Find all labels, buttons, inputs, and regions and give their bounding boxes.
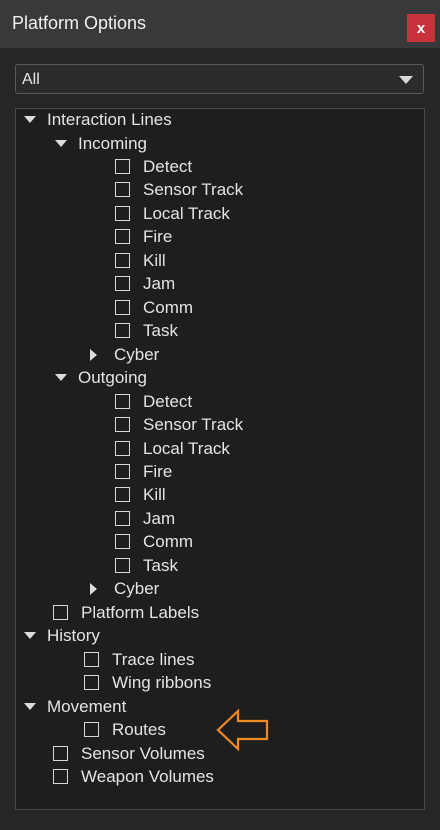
tree-checkbox-wing-ribbons[interactable]: Wing ribbons xyxy=(84,671,211,694)
checkbox-label: Fire xyxy=(143,461,173,481)
checkbox-label: Task xyxy=(143,555,178,575)
filter-dropdown[interactable]: All xyxy=(15,64,424,94)
checkbox-label: Kill xyxy=(143,250,166,270)
annotation-arrow-icon xyxy=(216,708,269,752)
tree-node-label: Cyber xyxy=(114,344,160,364)
checkbox[interactable] xyxy=(53,746,68,761)
tree-node-history[interactable]: History xyxy=(24,624,100,647)
close-button[interactable]: x xyxy=(407,14,435,42)
tree-checkbox-incoming-sensor-track[interactable]: Sensor Track xyxy=(115,178,243,201)
checkbox[interactable] xyxy=(53,769,68,784)
checkbox-label: Platform Labels xyxy=(81,602,200,622)
tree-checkbox-outgoing-jam[interactable]: Jam xyxy=(115,507,175,530)
checkbox[interactable] xyxy=(115,534,130,549)
filter-selected-value: All xyxy=(22,71,40,88)
checkbox[interactable] xyxy=(115,323,130,338)
tree-node-movement[interactable]: Movement xyxy=(24,695,126,718)
expand-triangle-icon[interactable] xyxy=(55,374,67,381)
tree-checkbox-routes[interactable]: Routes xyxy=(84,718,166,741)
checkbox[interactable] xyxy=(115,511,130,526)
checkbox[interactable] xyxy=(115,300,130,315)
tree-checkbox-incoming-kill[interactable]: Kill xyxy=(115,249,166,272)
checkbox-label: Task xyxy=(143,320,178,340)
checkbox-label: Trace lines xyxy=(112,649,195,669)
checkbox[interactable] xyxy=(115,417,130,432)
expand-triangle-icon[interactable] xyxy=(24,632,36,639)
checkbox[interactable] xyxy=(115,558,130,573)
tree-checkbox-outgoing-kill[interactable]: Kill xyxy=(115,483,166,506)
tree-node-outgoing-cyber[interactable]: Cyber xyxy=(86,577,159,600)
tree-checkbox-incoming-task[interactable]: Task xyxy=(115,319,178,342)
tree-checkbox-outgoing-comm[interactable]: Comm xyxy=(115,530,193,553)
window-title: Platform Options xyxy=(12,13,147,33)
tree-checkbox-incoming-detect[interactable]: Detect xyxy=(115,155,192,178)
checkbox-label: Kill xyxy=(143,484,166,504)
checkbox-label: Fire xyxy=(143,226,173,246)
tree-checkbox-trace-lines[interactable]: Trace lines xyxy=(84,648,195,671)
checkbox-label: Jam xyxy=(143,508,176,528)
chevron-down-icon xyxy=(399,76,413,84)
checkbox[interactable] xyxy=(115,441,130,456)
collapse-triangle-icon[interactable] xyxy=(90,582,97,595)
tree-checkbox-outgoing-detect[interactable]: Detect xyxy=(115,390,192,413)
expand-triangle-icon[interactable] xyxy=(55,140,67,147)
checkbox[interactable] xyxy=(84,722,99,737)
checkbox-label: Sensor Track xyxy=(143,414,244,434)
title-bar: Platform Options x xyxy=(0,0,440,48)
checkbox[interactable] xyxy=(84,675,99,690)
tree-node-label: Incoming xyxy=(78,133,147,153)
checkbox-label: Sensor Track xyxy=(143,179,244,199)
platform-options-window: Platform Options x All Interaction Lines… xyxy=(0,0,440,830)
checkbox[interactable] xyxy=(84,652,99,667)
tree-checkbox-incoming-fire[interactable]: Fire xyxy=(115,225,172,248)
tree-checkbox-outgoing-task[interactable]: Task xyxy=(115,554,178,577)
checkbox[interactable] xyxy=(115,276,130,291)
checkbox-label: Routes xyxy=(112,719,166,739)
tree-node-incoming-cyber[interactable]: Cyber xyxy=(86,343,159,366)
expand-triangle-icon[interactable] xyxy=(24,703,36,710)
expand-triangle-icon[interactable] xyxy=(24,116,36,123)
checkbox-label: Wing ribbons xyxy=(112,672,212,692)
checkbox[interactable] xyxy=(115,394,130,409)
checkbox[interactable] xyxy=(115,206,130,221)
checkbox-label: Comm xyxy=(143,531,194,551)
tree-node-label: Interaction Lines xyxy=(47,109,172,129)
checkbox-label: Detect xyxy=(143,391,193,411)
tree-checkbox-incoming-jam[interactable]: Jam xyxy=(115,272,175,295)
collapse-triangle-icon[interactable] xyxy=(90,348,97,361)
checkbox[interactable] xyxy=(53,605,68,620)
tree-checkbox-sensor-volumes[interactable]: Sensor Volumes xyxy=(53,742,205,765)
tree-node-label: Movement xyxy=(47,696,127,716)
checkbox[interactable] xyxy=(115,159,130,174)
checkbox-label: Local Track xyxy=(143,203,230,223)
checkbox[interactable] xyxy=(115,229,130,244)
checkbox-label: Local Track xyxy=(143,438,230,458)
checkbox[interactable] xyxy=(115,487,130,502)
tree-node-interaction-lines[interactable]: Interaction Lines xyxy=(24,108,172,131)
tree-node-label: History xyxy=(47,625,100,645)
tree-checkbox-incoming-comm[interactable]: Comm xyxy=(115,296,193,319)
tree-checkbox-weapon-volumes[interactable]: Weapon Volumes xyxy=(53,765,214,788)
tree-node-label: Cyber xyxy=(114,578,160,598)
tree-checkbox-outgoing-sensor-track[interactable]: Sensor Track xyxy=(115,413,243,436)
checkbox-label: Jam xyxy=(143,273,176,293)
checkbox-label: Weapon Volumes xyxy=(81,766,214,786)
tree-checkbox-platform-labels[interactable]: Platform Labels xyxy=(53,601,199,624)
checkbox[interactable] xyxy=(115,253,130,268)
checkbox-label: Comm xyxy=(143,297,194,317)
checkbox-label: Sensor Volumes xyxy=(81,743,205,763)
tree-checkbox-outgoing-fire[interactable]: Fire xyxy=(115,460,172,483)
tree-node-incoming[interactable]: Incoming xyxy=(55,132,147,155)
checkbox-label: Detect xyxy=(143,156,193,176)
checkbox[interactable] xyxy=(115,464,130,479)
checkbox[interactable] xyxy=(115,182,130,197)
tree-checkbox-outgoing-local-track[interactable]: Local Track xyxy=(115,437,230,460)
tree-node-label: Outgoing xyxy=(78,367,147,387)
tree-node-outgoing[interactable]: Outgoing xyxy=(55,366,147,389)
tree-checkbox-incoming-local-track[interactable]: Local Track xyxy=(115,202,230,225)
